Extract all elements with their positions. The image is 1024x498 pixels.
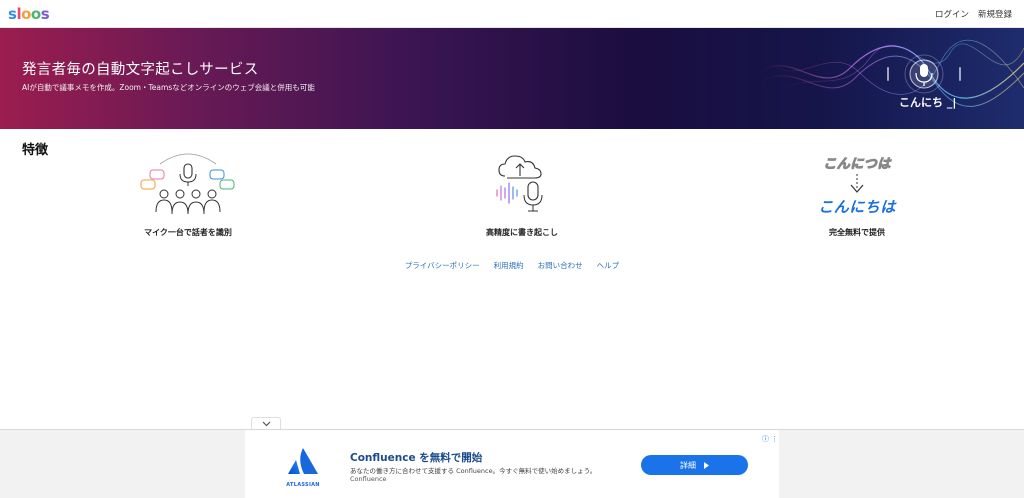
atlassian-logo: ATLASSIAN	[283, 446, 323, 488]
after-text: こんにちは	[818, 198, 896, 216]
feature-free: こんにつは こんにちは 完全無料で提供	[757, 150, 957, 238]
footer-links: プライバシーポリシー 利用規約 お問い合わせ ヘルプ	[0, 260, 1024, 271]
feature-label: 完全無料で提供	[829, 228, 885, 237]
ad-button-label: 詳細	[680, 460, 696, 470]
feature-label: 高精度に書き起こし	[486, 228, 558, 237]
ad-info-icon[interactable]: ⓘ ⋮	[762, 434, 778, 444]
login-link[interactable]: ログイン	[935, 8, 969, 20]
cloud-mic-icon	[496, 155, 543, 212]
ad-details-button[interactable]: 詳細	[641, 455, 748, 475]
logo-letter: o	[30, 5, 41, 23]
terms-link[interactable]: 利用規約	[494, 260, 524, 271]
top-navbar: sloos ログイン 新規登録	[0, 0, 1024, 28]
soundwave-mic-illustration	[760, 39, 1024, 107]
hero-subtitle: AIが自動で議事メモを作成。Zoom・Teamsなどオンラインのウェブ会議と併用…	[22, 83, 315, 92]
contact-link[interactable]: お問い合わせ	[538, 260, 583, 271]
speakers-mic-icon	[140, 153, 235, 215]
privacy-policy-link[interactable]: プライバシーポリシー	[405, 260, 480, 271]
sloos-logo[interactable]: sloos	[8, 5, 50, 23]
signup-link[interactable]: 新規登録	[978, 8, 1012, 20]
feature-high-accuracy: 高精度に書き起こし	[422, 150, 622, 237]
logo-letter: s	[8, 5, 17, 23]
feature-speaker-identification: マイク一台で話者を識別	[88, 150, 288, 237]
atlassian-mark-icon	[288, 448, 318, 474]
auth-nav: ログイン 新規登録	[935, 8, 1012, 20]
hero-banner: 発言者毎の自動文字起こしサービス AIが自動で議事メモを作成。Zoom・Team…	[0, 28, 1024, 129]
arrow-down-icon	[850, 174, 864, 193]
ad-headline[interactable]: Confluence を無料で開始	[350, 450, 482, 465]
hero-caption: こんにち _|	[899, 96, 957, 109]
hero-title: 発言者毎の自動文字起こしサービス	[22, 62, 259, 78]
chevron-down-icon	[262, 421, 270, 427]
feature-label: マイク一台で話者を識別	[144, 228, 232, 237]
logo-letter: s	[40, 5, 50, 23]
atlassian-wordmark: ATLASSIAN	[286, 482, 320, 488]
logo-letter: o	[21, 5, 31, 23]
ad-body: あなたの働き方に合わせて支援する Confluence。今すぐ無料で使い始めまし…	[350, 467, 597, 475]
features-heading: 特徴	[22, 143, 49, 158]
help-link[interactable]: ヘルプ	[597, 260, 620, 271]
chevron-right-icon	[704, 461, 709, 469]
ad-card[interactable]: ATLASSIAN Confluence を無料で開始 あなたの働き方に合わせて…	[245, 430, 779, 498]
before-text: こんにつは	[823, 157, 891, 173]
ad-brand: Confluence	[350, 475, 387, 483]
ad-banner: ATLASSIAN Confluence を無料で開始 あなたの働き方に合わせて…	[0, 429, 1024, 498]
